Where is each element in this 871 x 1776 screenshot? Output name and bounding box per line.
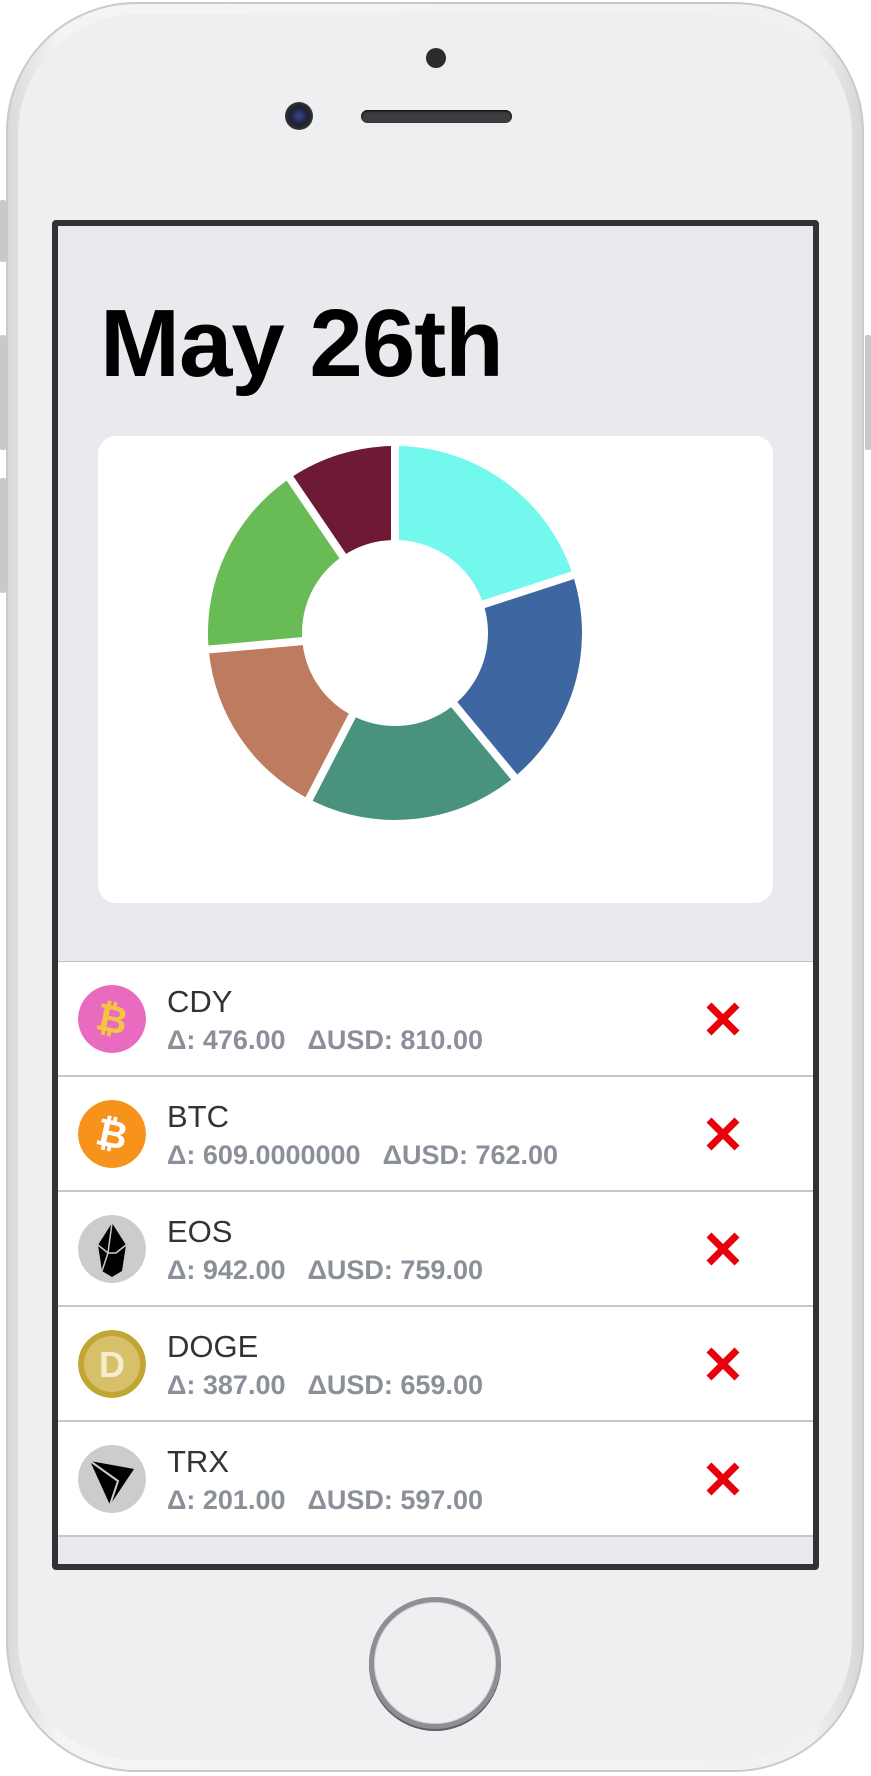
close-icon bbox=[703, 1344, 743, 1384]
chart-card bbox=[98, 436, 773, 903]
coin-delta: Δ: 609.0000000 bbox=[167, 1140, 361, 1170]
remove-button[interactable] bbox=[703, 1459, 743, 1499]
eos-icon bbox=[78, 1215, 146, 1283]
coin-delta: Δ: 387.00 bbox=[167, 1370, 286, 1400]
dogecoin-icon: D bbox=[78, 1330, 146, 1398]
close-icon bbox=[703, 1459, 743, 1499]
donut-slice[interactable] bbox=[398, 446, 572, 601]
earpiece-speaker bbox=[361, 110, 512, 123]
remove-button[interactable] bbox=[703, 1229, 743, 1269]
side-button-power bbox=[865, 335, 871, 450]
holding-row[interactable]: TRX Δ: 201.00 ΔUSD: 597.00 bbox=[58, 1422, 813, 1537]
holding-row[interactable]: ₿ CDY Δ: 476.00 ΔUSD: 810.00 bbox=[58, 962, 813, 1077]
coin-usd-delta: ΔUSD: 597.00 bbox=[307, 1485, 483, 1515]
coin-symbol: EOS bbox=[167, 1214, 233, 1249]
coin-usd-delta: ΔUSD: 810.00 bbox=[307, 1025, 483, 1055]
holding-row[interactable]: D DOGE Δ: 387.00 ΔUSD: 659.00 bbox=[58, 1307, 813, 1422]
coin-delta: Δ: 476.00 bbox=[167, 1025, 286, 1055]
bitcoin-icon: ₿ bbox=[78, 1100, 146, 1168]
coin-delta: Δ: 201.00 bbox=[167, 1485, 286, 1515]
remove-button[interactable] bbox=[703, 1114, 743, 1154]
holdings-list: ₿ CDY Δ: 476.00 ΔUSD: 810.00 ₿ BTC Δ: 609.0000… bbox=[58, 961, 813, 1537]
coin-detail: Δ: 476.00 ΔUSD: 810.00 bbox=[167, 1025, 483, 1056]
app-screen: May 26th ₿ CDY Δ: 476.00 ΔUSD: 810.00 ₿ BTC Δ:… bbox=[52, 220, 819, 1570]
remove-button[interactable] bbox=[703, 1344, 743, 1384]
coin-symbol: BTC bbox=[167, 1099, 229, 1134]
tron-icon bbox=[78, 1445, 146, 1513]
remove-button[interactable] bbox=[703, 999, 743, 1039]
coin-usd-delta: ΔUSD: 659.00 bbox=[307, 1370, 483, 1400]
side-button-volume-down bbox=[0, 478, 6, 593]
svg-text:D: D bbox=[99, 1344, 125, 1385]
coin-symbol: TRX bbox=[167, 1444, 229, 1479]
coin-symbol: CDY bbox=[167, 984, 233, 1019]
coin-detail: Δ: 201.00 ΔUSD: 597.00 bbox=[167, 1485, 483, 1516]
coin-usd-delta: ΔUSD: 759.00 bbox=[307, 1255, 483, 1285]
close-icon bbox=[703, 1114, 743, 1154]
donut-chart bbox=[208, 446, 582, 820]
page-title: May 26th bbox=[100, 290, 504, 397]
side-button-silent bbox=[0, 200, 6, 262]
coin-usd-delta: ΔUSD: 762.00 bbox=[382, 1140, 559, 1170]
coin-delta: Δ: 942.00 bbox=[167, 1255, 286, 1285]
front-camera bbox=[285, 102, 313, 130]
close-icon bbox=[703, 1229, 743, 1269]
coin-detail: Δ: 942.00 ΔUSD: 759.00 bbox=[167, 1255, 483, 1286]
coin-symbol: DOGE bbox=[167, 1329, 259, 1364]
home-button[interactable] bbox=[369, 1597, 501, 1729]
coin-detail: Δ: 387.00 ΔUSD: 659.00 bbox=[167, 1370, 483, 1401]
proximity-sensor bbox=[426, 48, 446, 68]
coin-detail: Δ: 609.0000000 ΔUSD: 762.00 bbox=[167, 1140, 558, 1171]
holding-row[interactable]: EOS Δ: 942.00 ΔUSD: 759.00 bbox=[58, 1192, 813, 1307]
holding-row[interactable]: ₿ BTC Δ: 609.0000000 ΔUSD: 762.00 bbox=[58, 1077, 813, 1192]
side-button-volume-up bbox=[0, 335, 6, 450]
close-icon bbox=[703, 999, 743, 1039]
bitcoin-candy-icon: ₿ bbox=[78, 985, 146, 1053]
